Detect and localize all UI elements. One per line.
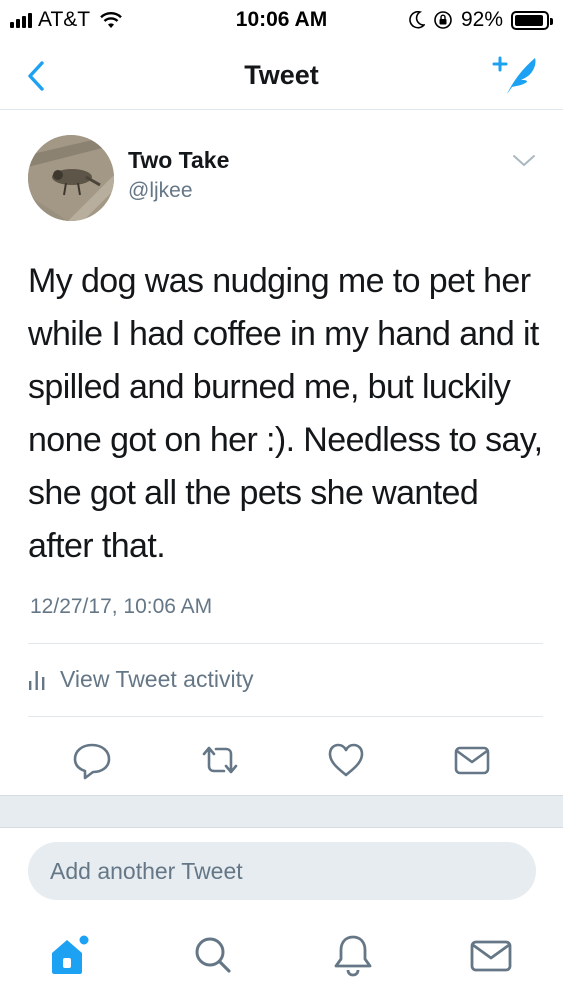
activity-label: View Tweet activity xyxy=(60,666,254,692)
divider xyxy=(28,716,543,717)
orientation-lock-icon xyxy=(434,11,452,29)
compose-tweet-icon[interactable] xyxy=(491,52,541,98)
chevron-down-icon[interactable] xyxy=(511,150,537,170)
tweet-actions xyxy=(0,740,563,790)
battery-percent: 92% xyxy=(460,8,503,31)
add-another-tweet-input[interactable]: Add another Tweet xyxy=(28,842,536,900)
direct-message-icon[interactable] xyxy=(452,740,492,780)
battery-icon xyxy=(511,10,553,30)
bar-chart-icon xyxy=(29,670,45,690)
compose-placeholder: Add another Tweet xyxy=(50,858,243,884)
retweet-icon[interactable] xyxy=(198,740,242,780)
reply-icon[interactable] xyxy=(72,740,112,780)
tweet-timestamp: 12/27/17, 10:06 AM xyxy=(30,595,213,618)
section-separator xyxy=(0,795,563,828)
author-handle[interactable]: @ljkee xyxy=(128,179,193,203)
status-right: 92% xyxy=(409,8,553,32)
battery-level xyxy=(515,14,543,26)
author-name[interactable]: Two Take xyxy=(128,147,229,174)
like-icon[interactable] xyxy=(326,740,366,780)
view-tweet-activity-link[interactable]: View Tweet activity xyxy=(28,666,253,693)
notifications-icon[interactable] xyxy=(330,932,376,978)
divider xyxy=(28,643,543,644)
navigation-bar: Tweet xyxy=(0,42,563,110)
search-icon[interactable] xyxy=(190,932,236,978)
tab-bar xyxy=(0,920,563,1000)
messages-icon[interactable] xyxy=(468,932,514,978)
do-not-disturb-icon xyxy=(409,11,425,29)
page-title: Tweet xyxy=(244,60,319,90)
tweet-text: My dog was nudging me to pet her while I… xyxy=(28,262,543,565)
avatar[interactable] xyxy=(28,135,114,221)
status-bar: AT&T 10:06 AM 92% xyxy=(0,0,563,40)
home-icon[interactable] xyxy=(46,932,92,978)
avatar-image xyxy=(28,135,114,221)
